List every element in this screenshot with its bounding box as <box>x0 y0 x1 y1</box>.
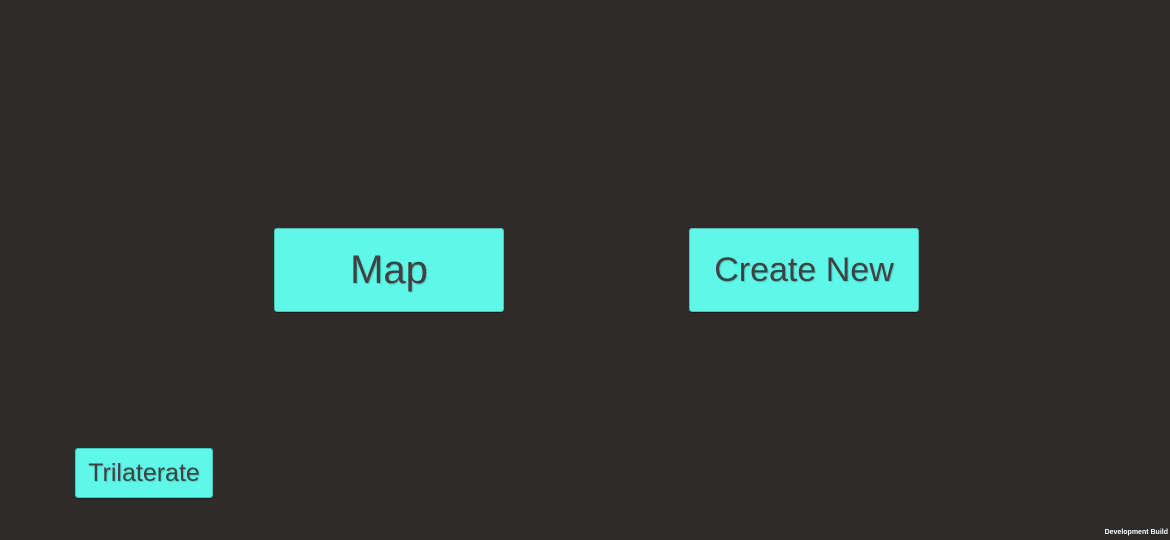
map-button-label: Map <box>350 247 428 292</box>
map-button[interactable]: Map <box>274 228 504 312</box>
create-new-button[interactable]: Create New <box>689 228 919 312</box>
trilaterate-button[interactable]: Trilaterate <box>75 448 213 498</box>
trilaterate-button-label: Trilaterate <box>88 458 200 487</box>
create-new-button-label: Create New <box>714 250 894 289</box>
development-build-label: Development Build <box>1104 529 1168 536</box>
